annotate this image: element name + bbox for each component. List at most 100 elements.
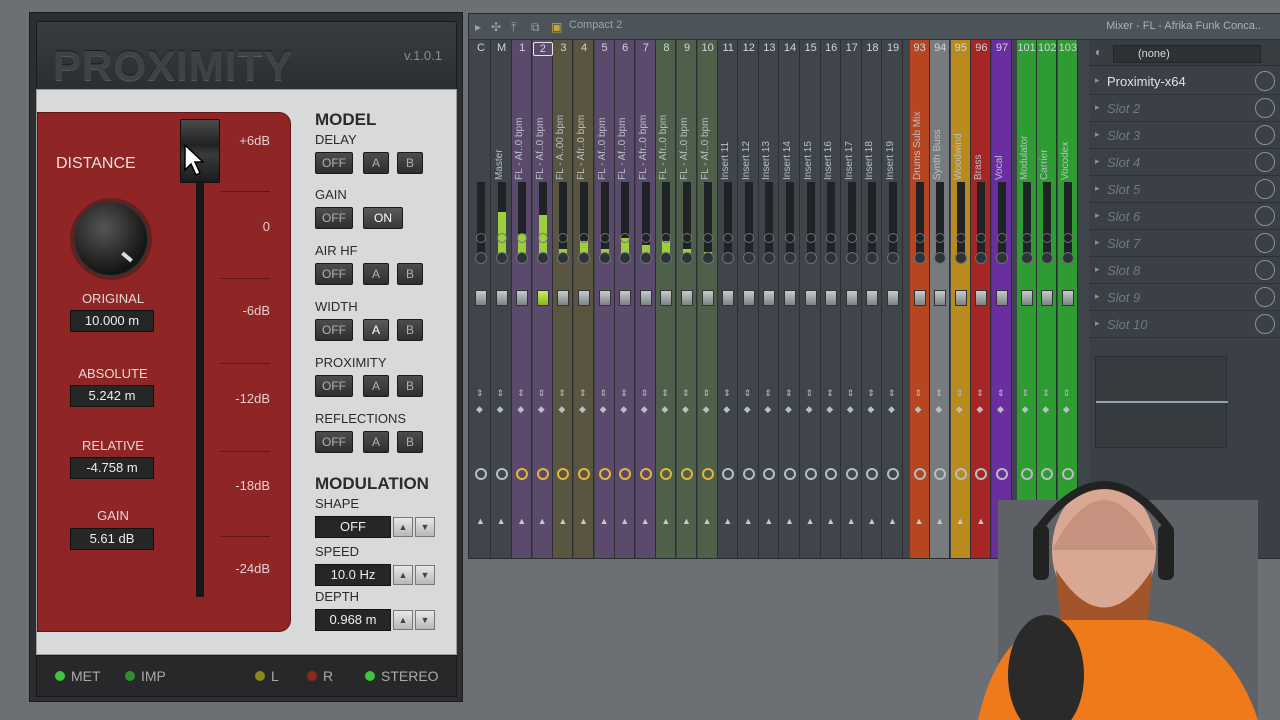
stereo-separation-icon[interactable]: ⇕	[1042, 388, 1050, 399]
slot-mix-knob-icon[interactable]	[1255, 233, 1275, 253]
strip-number[interactable]: 9	[677, 42, 697, 54]
route-arrow-icon[interactable]: ▲	[723, 516, 732, 526]
effect-slot[interactable]: ▸ Slot 2	[1089, 95, 1280, 122]
mixer-strip[interactable]: M Master ⇕ ◆ ▲	[491, 40, 512, 558]
proximity-b-button[interactable]: B	[397, 375, 423, 397]
speed-down-icon[interactable]: ▼	[415, 565, 435, 585]
slot-menu-arrow-icon[interactable]: ▸	[1095, 318, 1100, 329]
swap-channel-icon[interactable]: ◆	[641, 404, 648, 415]
mixer-strip[interactable]: 2 FL - Af..0 bpm ⇕ ◆ ▲	[532, 40, 553, 558]
strip-name[interactable]: Synth Buss	[932, 80, 948, 180]
volume-fader[interactable]	[954, 290, 967, 306]
strip-number[interactable]: 1	[512, 42, 532, 54]
pan-knob[interactable]	[954, 252, 967, 264]
strip-name[interactable]: Master	[494, 80, 510, 180]
send-knob[interactable]	[681, 468, 693, 480]
stereo-separation-icon[interactable]: ⇕	[517, 388, 525, 399]
enable-led-icon[interactable]	[640, 233, 651, 243]
effect-slot[interactable]: ▸ Slot 4	[1089, 149, 1280, 176]
pan-knob[interactable]	[913, 252, 926, 264]
route-arrow-icon[interactable]: ▲	[558, 516, 567, 526]
strip-name[interactable]: FL - Afr..0 bpm	[658, 80, 674, 180]
stereo-separation-icon[interactable]: ⇕	[764, 388, 772, 399]
strip-number[interactable]: 17	[842, 42, 862, 54]
stereo-separation-icon[interactable]: ⇕	[744, 388, 752, 399]
enable-led-icon[interactable]	[888, 233, 898, 243]
route-arrow-icon[interactable]: ▲	[806, 516, 815, 526]
strip-name[interactable]: Drums Sub Mix	[912, 80, 928, 180]
strip-number[interactable]: 5	[595, 42, 615, 54]
pan-knob[interactable]	[639, 252, 652, 264]
volume-fader[interactable]	[934, 290, 947, 306]
swap-channel-icon[interactable]: ◆	[806, 404, 813, 415]
stereo-separation-icon[interactable]: ⇕	[641, 388, 649, 399]
pin-icon[interactable]: ⤒	[511, 20, 516, 35]
strip-number[interactable]: 95	[951, 42, 971, 54]
slot-mix-knob-icon[interactable]	[1255, 152, 1275, 172]
effect-slot[interactable]: ▸ Slot 10	[1089, 311, 1280, 338]
swap-channel-icon[interactable]: ◆	[826, 404, 833, 415]
slot-mix-knob-icon[interactable]	[1255, 98, 1275, 118]
slot-menu-arrow-icon[interactable]: ▸	[1095, 75, 1100, 86]
route-arrow-icon[interactable]: ▲	[764, 516, 773, 526]
swap-channel-icon[interactable]: ◆	[1042, 404, 1049, 415]
met-toggle[interactable]: MET	[55, 668, 101, 684]
mixer-strip[interactable]: 17 Insert 17 ⇕ ◆ ▲	[841, 40, 862, 558]
send-knob[interactable]	[619, 468, 632, 480]
mixer-strip[interactable]: 5 FL - Af..0 bpm ⇕ ◆ ▲	[594, 40, 615, 558]
swap-channel-icon[interactable]: ◆	[579, 404, 586, 415]
route-arrow-icon[interactable]: ▲	[620, 516, 629, 526]
send-knob[interactable]	[578, 468, 590, 480]
stereo-separation-icon[interactable]: ⇕	[497, 388, 505, 399]
mixer-strip[interactable]: 13 Insert 13 ⇕ ◆ ▲	[759, 40, 780, 558]
proximity-a-button[interactable]: A	[363, 375, 389, 397]
pan-knob[interactable]	[866, 252, 879, 264]
mixer-strip[interactable]: 19 Insert 19 ⇕ ◆ ▲	[883, 40, 903, 558]
menu-arrow-icon[interactable]: ▸	[475, 20, 481, 34]
pan-knob[interactable]	[516, 252, 529, 264]
route-arrow-icon[interactable]: ▲	[538, 516, 547, 526]
strip-name[interactable]: Vocodex	[1060, 80, 1076, 180]
stereo-separation-icon[interactable]: ⇕	[935, 388, 943, 399]
gain-off-button[interactable]: OFF	[315, 207, 353, 229]
volume-fader[interactable]	[1061, 290, 1074, 306]
stereo-separation-icon[interactable]: ⇕	[538, 388, 546, 399]
slot-menu-arrow-icon[interactable]: ▸	[1095, 156, 1100, 167]
mixer-strip[interactable]: 18 Insert 18 ⇕ ◆ ▲	[862, 40, 883, 558]
strip-number[interactable]: 7	[636, 42, 656, 54]
strip-name[interactable]: FL - Af..0 bpm	[597, 80, 613, 180]
stereo-separation-icon[interactable]: ⇕	[723, 388, 731, 399]
depth-value[interactable]: 0.968 m	[315, 609, 391, 631]
mixer-strip[interactable]: 15 Insert 15 ⇕ ◆ ▲	[800, 40, 821, 558]
strip-number[interactable]: 4	[574, 42, 594, 54]
strip-number[interactable]: 93	[910, 42, 930, 54]
volume-fader[interactable]	[866, 290, 879, 306]
enable-led-icon[interactable]	[496, 233, 507, 243]
swap-channel-icon[interactable]: ◆	[935, 404, 942, 415]
stereo-separation-icon[interactable]: ⇕	[888, 388, 896, 399]
volume-fader[interactable]	[536, 290, 549, 306]
air-hf-a-button[interactable]: A	[363, 263, 389, 285]
volume-fader[interactable]	[701, 290, 714, 306]
send-knob[interactable]	[701, 468, 714, 480]
strip-number[interactable]: M	[492, 42, 512, 54]
slot-menu-arrow-icon[interactable]: ▸	[1095, 237, 1100, 248]
swap-channel-icon[interactable]: ◆	[661, 404, 668, 415]
mixer-strip[interactable]: 1 FL - Af..0 bpm ⇕ ◆ ▲	[512, 40, 533, 558]
stereo-separation-icon[interactable]: ⇕	[867, 388, 875, 399]
route-arrow-icon[interactable]: ▲	[682, 516, 691, 526]
width-b-button[interactable]: B	[397, 319, 423, 341]
send-knob[interactable]	[742, 468, 755, 480]
volume-fader[interactable]	[784, 290, 796, 306]
swap-channel-icon[interactable]: ◆	[785, 404, 792, 415]
stereo-separation-icon[interactable]: ⇕	[661, 388, 669, 399]
swap-channel-icon[interactable]: ◆	[620, 404, 627, 415]
route-arrow-icon[interactable]: ▲	[867, 516, 876, 526]
pan-knob[interactable]	[763, 252, 776, 264]
enable-led-icon[interactable]	[785, 233, 795, 243]
strip-name[interactable]	[473, 80, 489, 180]
pan-knob[interactable]	[495, 252, 508, 264]
strip-number[interactable]: 103	[1058, 42, 1078, 54]
mixer-strip[interactable]: 16 Insert 16 ⇕ ◆ ▲	[821, 40, 842, 558]
send-knob[interactable]	[598, 468, 611, 480]
